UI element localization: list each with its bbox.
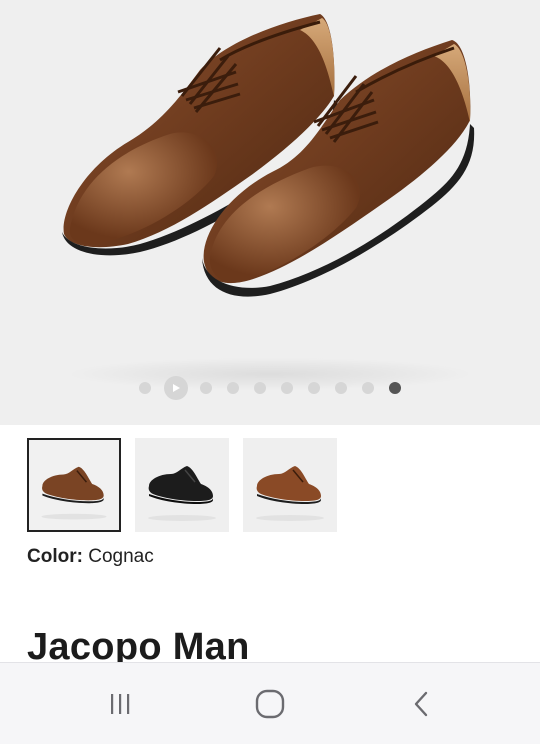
product-main-image[interactable] <box>0 0 540 340</box>
back-button[interactable] <box>382 663 462 744</box>
gallery-dot-3[interactable] <box>200 382 212 394</box>
home-icon <box>255 689 285 718</box>
gallery-dot-9[interactable] <box>362 382 374 394</box>
gallery-pagination <box>0 376 540 400</box>
gallery-dot-10-active[interactable] <box>389 382 401 394</box>
recents-icon <box>111 693 130 714</box>
gallery-video-dot[interactable] <box>163 376 188 400</box>
gallery-dot-8[interactable] <box>335 382 347 394</box>
selected-color: Color: Cognac <box>27 546 154 568</box>
back-icon <box>414 691 428 716</box>
gallery-dot-4[interactable] <box>227 382 239 394</box>
shoe-thumbnail-image <box>148 466 216 521</box>
color-variant-thumbnails <box>27 438 337 532</box>
thumbnail-cognac[interactable] <box>27 438 121 532</box>
home-button[interactable] <box>230 663 310 744</box>
shoe-thumbnail-image <box>41 466 107 520</box>
color-label: Color: <box>27 546 83 567</box>
gallery-dot-1[interactable] <box>139 382 151 394</box>
gallery-dot-6[interactable] <box>281 382 293 394</box>
recents-button[interactable] <box>80 663 160 744</box>
shoe-thumbnail-image <box>256 466 324 521</box>
thumbnail-black[interactable] <box>135 438 229 532</box>
color-value: Cognac <box>88 546 154 567</box>
system-navigation-bar <box>0 662 540 744</box>
gallery-dot-5[interactable] <box>254 382 266 394</box>
gallery-dot-7[interactable] <box>308 382 320 394</box>
product-gallery[interactable] <box>0 0 540 425</box>
thumbnail-brown[interactable] <box>243 438 337 532</box>
play-icon <box>172 384 180 392</box>
